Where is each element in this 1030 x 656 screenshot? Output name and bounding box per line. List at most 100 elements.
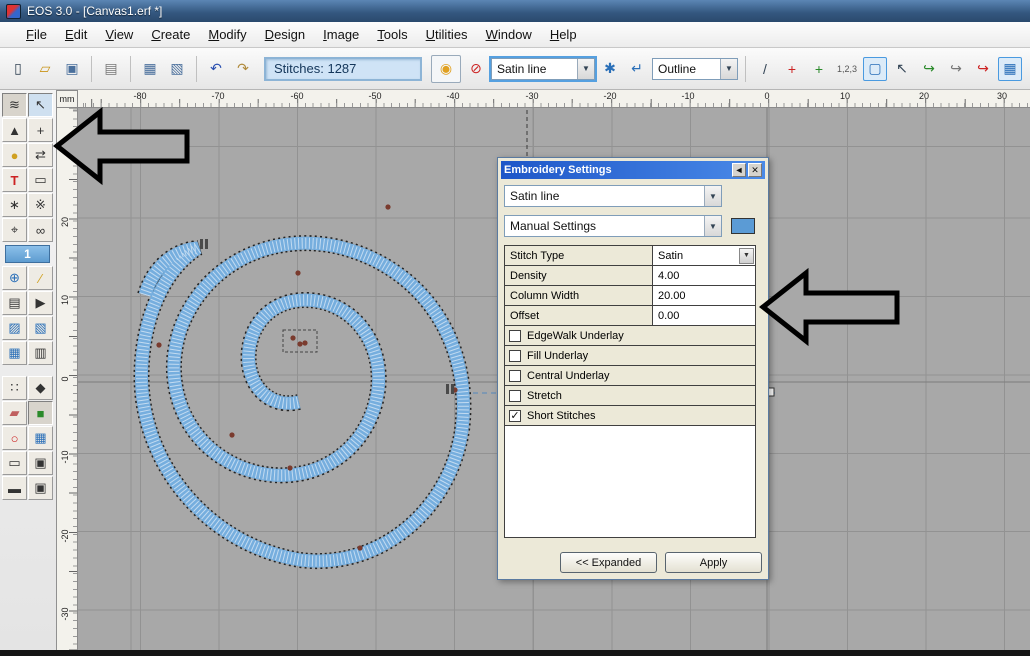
add-red-icon[interactable]: + (780, 57, 804, 81)
camera-tool[interactable]: ▣ (28, 476, 53, 500)
print-icon[interactable]: ▤ (99, 57, 123, 81)
chevron-down-icon[interactable]: ▼ (577, 59, 594, 79)
menu-file[interactable]: File (18, 24, 55, 45)
menu-utilities[interactable]: Utilities (418, 24, 476, 45)
add-green-icon[interactable]: + (807, 57, 831, 81)
marquee-select-icon[interactable]: ▢ (863, 57, 887, 81)
menu-modify[interactable]: Modify (200, 24, 254, 45)
menu-create[interactable]: Create (143, 24, 198, 45)
pick-tool[interactable]: ⌖ (2, 218, 27, 242)
redo-icon[interactable]: ↷ (231, 57, 255, 81)
sequence-tool[interactable]: ▤ (2, 291, 27, 315)
grid-toggle-tool[interactable]: ▦ (28, 426, 53, 450)
prop-value-input[interactable]: 20.00 (653, 286, 755, 305)
pattern-3-tool[interactable]: ▦ (2, 341, 27, 365)
star-pointer-icon[interactable]: ✱ (598, 57, 622, 81)
open-folder-icon[interactable]: ▱ (33, 57, 57, 81)
menu-edit[interactable]: Edit (57, 24, 95, 45)
paste-icon[interactable]: ▧ (165, 57, 189, 81)
save-icon[interactable]: ▣ (60, 57, 84, 81)
stretch-checkbox[interactable] (509, 390, 521, 402)
simulate-tool[interactable]: ▶ (28, 291, 53, 315)
checkbox-row-fill[interactable]: Fill Underlay (505, 346, 755, 366)
shape-tool[interactable]: ▭ (28, 168, 53, 192)
toolbar-separator (745, 56, 746, 82)
pointer-box-icon[interactable]: ↖ (890, 57, 914, 81)
node-edit-tool[interactable]: + (28, 118, 53, 142)
embroidery-design[interactable] (141, 243, 463, 561)
chevron-down-icon[interactable]: ▼ (739, 248, 754, 264)
chevron-down-icon[interactable]: ▼ (720, 59, 737, 79)
thread-icon[interactable]: ◉ (431, 55, 461, 83)
prop-value-input[interactable]: 4.00 (653, 266, 755, 285)
new-document-icon[interactable]: ▯ (6, 57, 30, 81)
undo-icon[interactable]: ↶ (204, 57, 228, 81)
checkbox-row-edgewalk[interactable]: EdgeWalk Underlay (505, 326, 755, 346)
ellipse-tool[interactable]: ○ (2, 426, 27, 450)
pencil-tool[interactable]: ∕ (28, 266, 53, 290)
collapse-left-icon[interactable]: ◄ (732, 163, 746, 177)
magic-tool[interactable]: ※ (28, 193, 53, 217)
text-tool[interactable]: T (2, 168, 27, 192)
short-stitches-checkbox[interactable]: ✓ (509, 410, 521, 422)
thread-color-badge[interactable]: 1 (5, 245, 50, 263)
pan-tool[interactable]: ◆ (28, 376, 53, 400)
menu-view[interactable]: View (97, 24, 141, 45)
awl-icon[interactable]: / (753, 57, 777, 81)
outline-dropdown[interactable]: Outline ▼ (652, 58, 738, 80)
menu-design[interactable]: Design (257, 24, 313, 45)
curve-pointer-tool[interactable]: ↖ (28, 93, 53, 117)
pattern-4-tool[interactable]: ▥ (28, 341, 53, 365)
knife-tool[interactable]: ∗ (2, 193, 27, 217)
copy-icon[interactable]: ▦ (138, 57, 162, 81)
note-tool[interactable]: ▣ (28, 451, 53, 475)
dialog-title-bar[interactable]: Embroidery Settings ◄ ✕ (501, 161, 765, 179)
align-tool[interactable]: ∷ (2, 376, 27, 400)
ruler-tool[interactable]: ▬ (2, 476, 27, 500)
select-tool[interactable]: ▲ (2, 118, 27, 142)
checkbox-row-short-stitches[interactable]: ✓ Short Stitches (505, 406, 755, 426)
zoom-tool[interactable]: ⊕ (2, 266, 27, 290)
grid-panel-icon[interactable]: ▦ (998, 57, 1022, 81)
pattern-2-tool[interactable]: ▧ (28, 316, 53, 340)
thread-color-swatch[interactable] (731, 218, 755, 234)
green-square-tool[interactable]: ■ (28, 401, 53, 425)
mirror-tool[interactable]: ∞ (28, 218, 53, 242)
fill-underlay-checkbox[interactable] (509, 350, 521, 362)
stitch-style-dropdown[interactable]: Satin line ▼ (491, 58, 595, 80)
monitor-tool[interactable]: ▭ (2, 451, 27, 475)
selection-box[interactable] (283, 330, 317, 352)
close-icon[interactable]: ✕ (748, 163, 762, 177)
edgewalk-checkbox[interactable] (509, 330, 521, 342)
stitch-count-field[interactable]: Stitches: 1287 (264, 57, 422, 81)
stitch-edit-tool[interactable]: ≋ (2, 93, 27, 117)
stop-icon[interactable]: ⊘ (464, 57, 488, 81)
numbering-icon[interactable]: 1,2,3 (834, 64, 860, 74)
curve-add-2-icon[interactable]: ↪ (944, 57, 968, 81)
menu-tools[interactable]: Tools (369, 24, 415, 45)
settings-mode-dropdown[interactable]: Manual Settings ▼ (504, 215, 722, 237)
title-bar[interactable]: EOS 3.0 - [Canvas1.erf *] (0, 0, 1030, 22)
chevron-down-icon[interactable]: ▼ (704, 216, 721, 236)
curve-add-3-icon[interactable]: ↪ (971, 57, 995, 81)
chevron-down-icon[interactable]: ▼ (704, 186, 721, 206)
central-underlay-checkbox[interactable] (509, 370, 521, 382)
return-arrow-icon[interactable]: ↵ (625, 57, 649, 81)
object-type-dropdown[interactable]: Satin line ▼ (504, 185, 722, 207)
menu-window[interactable]: Window (478, 24, 540, 45)
prop-row-stitch-type: Stitch Type Satin ▼ (505, 246, 755, 266)
freehand-tool[interactable]: ● (2, 143, 27, 167)
prop-value-input[interactable]: 0.00 (653, 306, 755, 325)
pattern-1-tool[interactable]: ▨ (2, 316, 27, 340)
apply-button[interactable]: Apply (665, 552, 762, 573)
menu-help[interactable]: Help (542, 24, 585, 45)
curve-add-icon[interactable]: ↪ (917, 57, 941, 81)
embroidery-settings-dialog[interactable]: Embroidery Settings ◄ ✕ Satin line ▼ Man… (497, 157, 769, 580)
checkbox-row-central[interactable]: Central Underlay (505, 366, 755, 386)
prop-value-dropdown[interactable]: Satin ▼ (653, 246, 755, 265)
eraser-tool[interactable]: ▰ (2, 401, 27, 425)
menu-image[interactable]: Image (315, 24, 367, 45)
transform-tool[interactable]: ⇄ (28, 143, 53, 167)
checkbox-row-stretch[interactable]: Stretch (505, 386, 755, 406)
expanded-button[interactable]: << Expanded (560, 552, 657, 573)
